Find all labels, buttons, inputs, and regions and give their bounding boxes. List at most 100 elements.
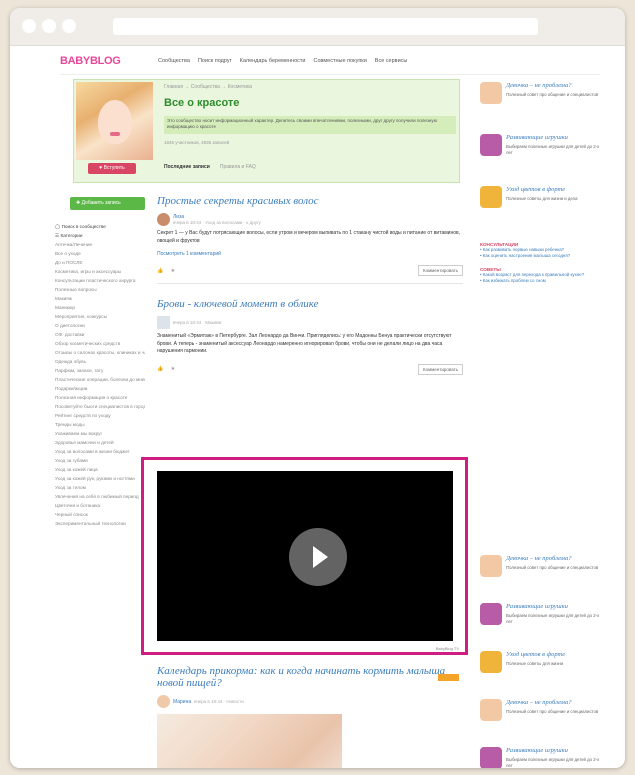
- divider: [157, 283, 463, 284]
- sidebar-item[interactable]: Уход за кожей рук, руками и ногтями: [55, 474, 145, 483]
- video-caption: BabyBlog TV: [435, 646, 459, 651]
- consult-link[interactable]: • Как оценить настроения малыша сегодня?: [480, 253, 602, 259]
- post-author: Лиза вчера в 18:44 · Уход за волосами · …: [157, 213, 463, 226]
- avatar[interactable]: [157, 316, 170, 329]
- comments-link[interactable]: Посмотреть 1 комментарий: [157, 251, 463, 257]
- sidebar-item[interactable]: Уход за волосами в жизни бюджет: [55, 447, 145, 456]
- sidebar-item[interactable]: Цветочки и ботаника: [55, 501, 145, 510]
- promo-widget[interactable]: Развивающие игрушки Выбираем полезные игр…: [480, 747, 602, 768]
- like-icon[interactable]: 👍 ★: [157, 366, 178, 372]
- nav-item[interactable]: Совместные покупки: [313, 58, 366, 64]
- video-player[interactable]: [157, 471, 453, 641]
- play-icon[interactable]: [289, 528, 347, 586]
- widget-text: Полезные советы для жизни: [506, 661, 564, 667]
- comment-button[interactable]: Комментировать: [417, 265, 463, 276]
- video-highlight: BabyBlog TV: [141, 457, 468, 655]
- flower-icon: [480, 651, 502, 673]
- sidebar-item[interactable]: Черный список: [55, 510, 145, 519]
- widget-text: Полезный совет про общение и специалисто…: [506, 709, 599, 715]
- widget-title[interactable]: Развивающие игрушки: [506, 747, 602, 755]
- sidebar-item[interactable]: Пластические операции, болезни до мнения: [55, 375, 145, 384]
- widget-title[interactable]: Девочка – не проблема?: [506, 82, 598, 90]
- join-button[interactable]: ♥ Вступить: [88, 163, 136, 174]
- sidebar-item[interactable]: Отзывы о салонах красоты, клиниках и час…: [55, 348, 145, 357]
- widget-text: Полезный совет про общение и специалисто…: [506, 92, 599, 98]
- sidebar-item[interactable]: ОФ. доставки: [55, 330, 145, 339]
- sidebar-item[interactable]: Косметика, игры и аксессуары: [55, 267, 145, 276]
- post-meta: вчера в 18:44 · Уход за волосами · к дру…: [173, 220, 261, 225]
- sidebar-item[interactable]: О диетологии: [55, 321, 145, 330]
- widget-title[interactable]: Девочка – не проблема?: [506, 555, 598, 563]
- nav-item[interactable]: Поиск подруг: [198, 58, 232, 64]
- sidebar-item[interactable]: Макияж: [55, 294, 145, 303]
- sidebar-item[interactable]: Обзор косметических средств: [55, 339, 145, 348]
- sidebar-item[interactable]: Уход за губами: [55, 456, 145, 465]
- sidebar-item[interactable]: Полезная информация о красоте: [55, 393, 145, 402]
- tab-rules[interactable]: Правила и FAQ: [220, 164, 256, 170]
- widget-title[interactable]: Развивающие игрушки: [506, 603, 602, 611]
- window-dot[interactable]: [62, 19, 76, 33]
- browser-toolbar: [10, 8, 625, 46]
- sidebar-item[interactable]: До и ПОСЛЕ: [55, 258, 145, 267]
- sidebar-item[interactable]: Полезные вопросы: [55, 285, 145, 294]
- sidebar-item[interactable]: Одежда обувь: [55, 357, 145, 366]
- sidebar-item[interactable]: Мероприятия, конкурсы: [55, 312, 145, 321]
- sidebar-item[interactable]: Все о уходе: [55, 249, 145, 258]
- post-title[interactable]: Календарь прикорма: как и когда начинать…: [157, 665, 463, 689]
- breadcrumb[interactable]: Главная → Сообщества → Косметика: [164, 84, 252, 90]
- sidebar-item[interactable]: Рейтинг средств по уходу: [55, 411, 145, 420]
- widget-title[interactable]: Девочка – не проблема?: [506, 699, 598, 707]
- community-stats: 1845 участников, 4836 записей: [164, 140, 230, 145]
- nav-item[interactable]: Все сервисы: [375, 58, 408, 64]
- nav-item[interactable]: Сообщества: [158, 58, 190, 64]
- tab-latest[interactable]: Последние записи: [164, 164, 210, 170]
- widget-title[interactable]: Уход цветов в форте: [506, 651, 565, 659]
- widget-text: Выбираем полезные игрушки для детей до 2…: [506, 757, 600, 768]
- site-logo[interactable]: BABYBLOG: [60, 55, 121, 67]
- avatar[interactable]: [157, 695, 170, 708]
- sidebar-item[interactable]: Здоровье мамочки и детей: [55, 438, 145, 447]
- toys-icon: [480, 747, 502, 768]
- promo-widget[interactable]: Девочка – не проблема? Полезный совет про…: [480, 699, 602, 743]
- sidebar-item[interactable]: Тренды моды: [55, 420, 145, 429]
- sidebar-item[interactable]: Экспериментальный технологии: [55, 519, 145, 528]
- widget-text: Полезные советы для жизни и дела: [506, 196, 578, 202]
- address-bar[interactable]: [113, 18, 538, 35]
- promo-widget[interactable]: Девочка – не проблема? Полезный совет про…: [480, 555, 602, 599]
- promo-widget[interactable]: Уход цветов в форте Полезные советы для ж…: [480, 651, 602, 695]
- sidebar-search[interactable]: ◯ Поиск в сообществе: [55, 222, 145, 231]
- widget-title[interactable]: Уход цветов в форте: [506, 186, 578, 194]
- nav-item[interactable]: Календарь беременности: [240, 58, 306, 64]
- promo-widget[interactable]: Уход цветов в форте Полезные советы для ж…: [480, 186, 602, 234]
- baby-icon: [480, 82, 502, 104]
- sidebar-item[interactable]: Уход за телом: [55, 483, 145, 492]
- sidebar-item[interactable]: Маникюр: [55, 303, 145, 312]
- promo-widget[interactable]: Развивающие игрушки Выбираем полезные игр…: [480, 603, 602, 647]
- post-title[interactable]: Брови - ключевой момент в облике: [157, 298, 463, 310]
- post-image[interactable]: [157, 714, 342, 768]
- baby-icon: [480, 555, 502, 577]
- window-dot[interactable]: [22, 19, 36, 33]
- sidebar-item[interactable]: Ухаживаем мы вокруг: [55, 429, 145, 438]
- promo-widget[interactable]: Девочка – не проблема? Полезный совет про…: [480, 82, 602, 130]
- sidebar-item[interactable]: Подарки/акции: [55, 384, 145, 393]
- add-post-button[interactable]: ✚ Добавить запись: [70, 197, 145, 210]
- post: Календарь прикорма: как и когда начинать…: [157, 665, 463, 768]
- sidebar-item[interactable]: Увлечения на себя в любимый период: [55, 492, 145, 501]
- sidebar-categories[interactable]: ☰ Категории: [55, 231, 145, 240]
- comment-button[interactable]: Комментировать: [417, 363, 463, 375]
- widget-text: Выбираем полезные игрушки для детей до 2…: [506, 144, 600, 155]
- sidebar-item[interactable]: Парфюм, запахи, тату: [55, 366, 145, 375]
- author-name[interactable]: Марина: [173, 699, 191, 705]
- sidebar-item[interactable]: Уход за кожей лица: [55, 465, 145, 474]
- sidebar-item[interactable]: Аптечка/Лечение: [55, 240, 145, 249]
- post-title[interactable]: Простые секреты красивых волос: [157, 195, 463, 207]
- tip-link[interactable]: • Как избежать проблем со сном: [480, 278, 602, 284]
- promo-widget[interactable]: Развивающие игрушки Выбираем полезные игр…: [480, 134, 602, 182]
- window-dot[interactable]: [42, 19, 56, 33]
- like-icon[interactable]: 👍 ★: [157, 268, 178, 274]
- widget-title[interactable]: Развивающие игрушки: [506, 134, 602, 142]
- sidebar-item[interactable]: Консультации пластического хирурга: [55, 276, 145, 285]
- sidebar-item[interactable]: Посоветуйте бьюти специалистов в городе: [55, 402, 145, 411]
- avatar[interactable]: [157, 213, 170, 226]
